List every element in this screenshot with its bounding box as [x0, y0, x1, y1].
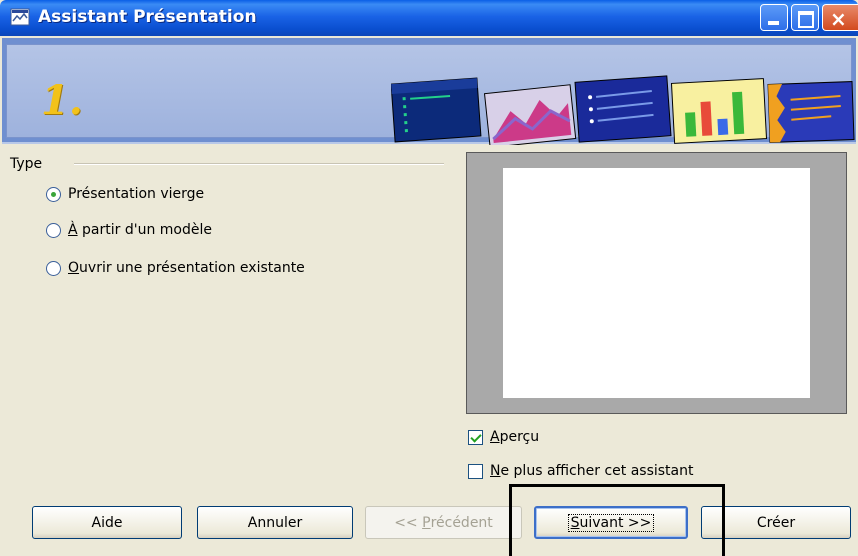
radio-button[interactable]: [46, 222, 61, 238]
maximize-icon[interactable]: [791, 4, 819, 31]
radio-from-template[interactable]: À partir d'un modèle: [46, 219, 212, 241]
no-show-checkbox-label: Ne plus afficher cet assistant: [490, 463, 694, 479]
app-icon: [10, 8, 30, 26]
radio-label: À partir d'un modèle: [68, 222, 212, 238]
preview-pane: [466, 152, 847, 414]
banner-panel: 1.: [6, 44, 855, 145]
previous-button[interactable]: << Précédent: [365, 506, 522, 539]
slide-thumbnails-illustration: [391, 75, 855, 145]
help-button[interactable]: Aide: [32, 506, 182, 539]
wizard-banner: 1.: [2, 38, 856, 145]
preview-checkbox-label: Aperçu: [490, 429, 540, 445]
step-number: 1.: [41, 77, 83, 124]
radio-button[interactable]: [46, 260, 61, 276]
preview-checkbox-row[interactable]: Aperçu: [468, 426, 539, 448]
no-show-checkbox[interactable]: [468, 463, 483, 479]
preview-slide: [503, 168, 810, 398]
cancel-button[interactable]: Annuler: [197, 506, 353, 539]
type-group-label: Type: [10, 156, 43, 172]
radio-label: Ouvrir une présentation existante: [68, 260, 305, 276]
radio-blank-presentation[interactable]: Présentation vierge: [46, 183, 204, 205]
no-show-checkbox-row[interactable]: Ne plus afficher cet assistant: [468, 460, 693, 482]
minimize-icon[interactable]: [760, 4, 788, 31]
preview-checkbox[interactable]: [468, 429, 483, 445]
title-bar: Assistant Présentation ×: [0, 0, 858, 36]
radio-button-checked[interactable]: [46, 186, 61, 202]
radio-open-existing[interactable]: Ouvrir une présentation existante: [46, 257, 305, 279]
highlight-box: [509, 484, 725, 556]
close-icon[interactable]: ×: [822, 4, 858, 31]
group-divider: [74, 163, 444, 165]
radio-label: Présentation vierge: [68, 186, 205, 202]
window-title: Assistant Présentation: [38, 7, 257, 27]
